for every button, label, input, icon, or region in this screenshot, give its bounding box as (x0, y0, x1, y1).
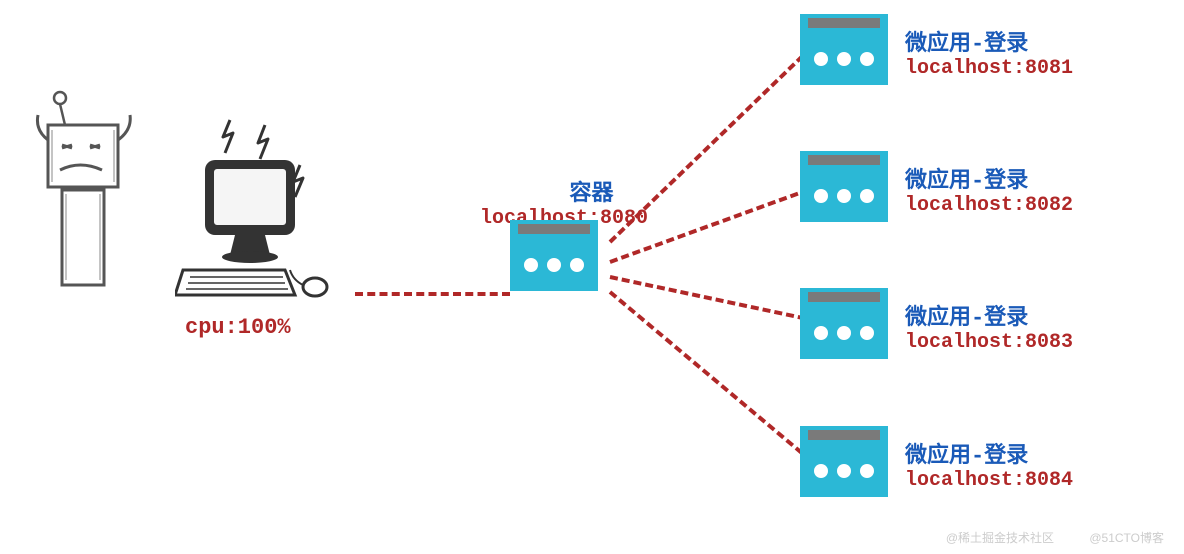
micro-app-1-host: localhost:8081 (905, 57, 1073, 80)
micro-app-4-label: 微应用-登录 localhost:8084 (905, 437, 1073, 492)
robot-sketch (30, 90, 160, 355)
micro-app-1-title: 微应用-登录 (905, 25, 1073, 57)
container-title: 容器 (535, 175, 648, 207)
micro-app-3-label: 微应用-登录 localhost:8083 (905, 299, 1073, 354)
micro-app-4-title: 微应用-登录 (905, 437, 1073, 469)
micro-app-2-label: 微应用-登录 localhost:8082 (905, 162, 1073, 217)
cpu-usage-label: cpu:100% (185, 315, 291, 340)
micro-app-3-icon (800, 288, 888, 359)
watermark-juejin: @稀土掘金技术社区 (946, 529, 1054, 546)
container-browser-icon (510, 220, 598, 291)
micro-app-4-icon (800, 426, 888, 497)
micro-app-2-title: 微应用-登录 (905, 162, 1073, 194)
micro-app-2-icon (800, 151, 888, 222)
micro-app-1-icon (800, 14, 888, 85)
micro-app-1-label: 微应用-登录 localhost:8081 (905, 25, 1073, 80)
micro-app-3-host: localhost:8083 (905, 331, 1073, 354)
micro-app-4-host: localhost:8084 (905, 469, 1073, 492)
micro-app-3-title: 微应用-登录 (905, 299, 1073, 331)
micro-app-2-host: localhost:8082 (905, 194, 1073, 217)
connector-to-app1 (609, 46, 813, 243)
computer-sketch (175, 115, 355, 320)
connector-computer-container (355, 292, 510, 296)
watermark-51cto: @51CTO博客 (1089, 529, 1164, 546)
